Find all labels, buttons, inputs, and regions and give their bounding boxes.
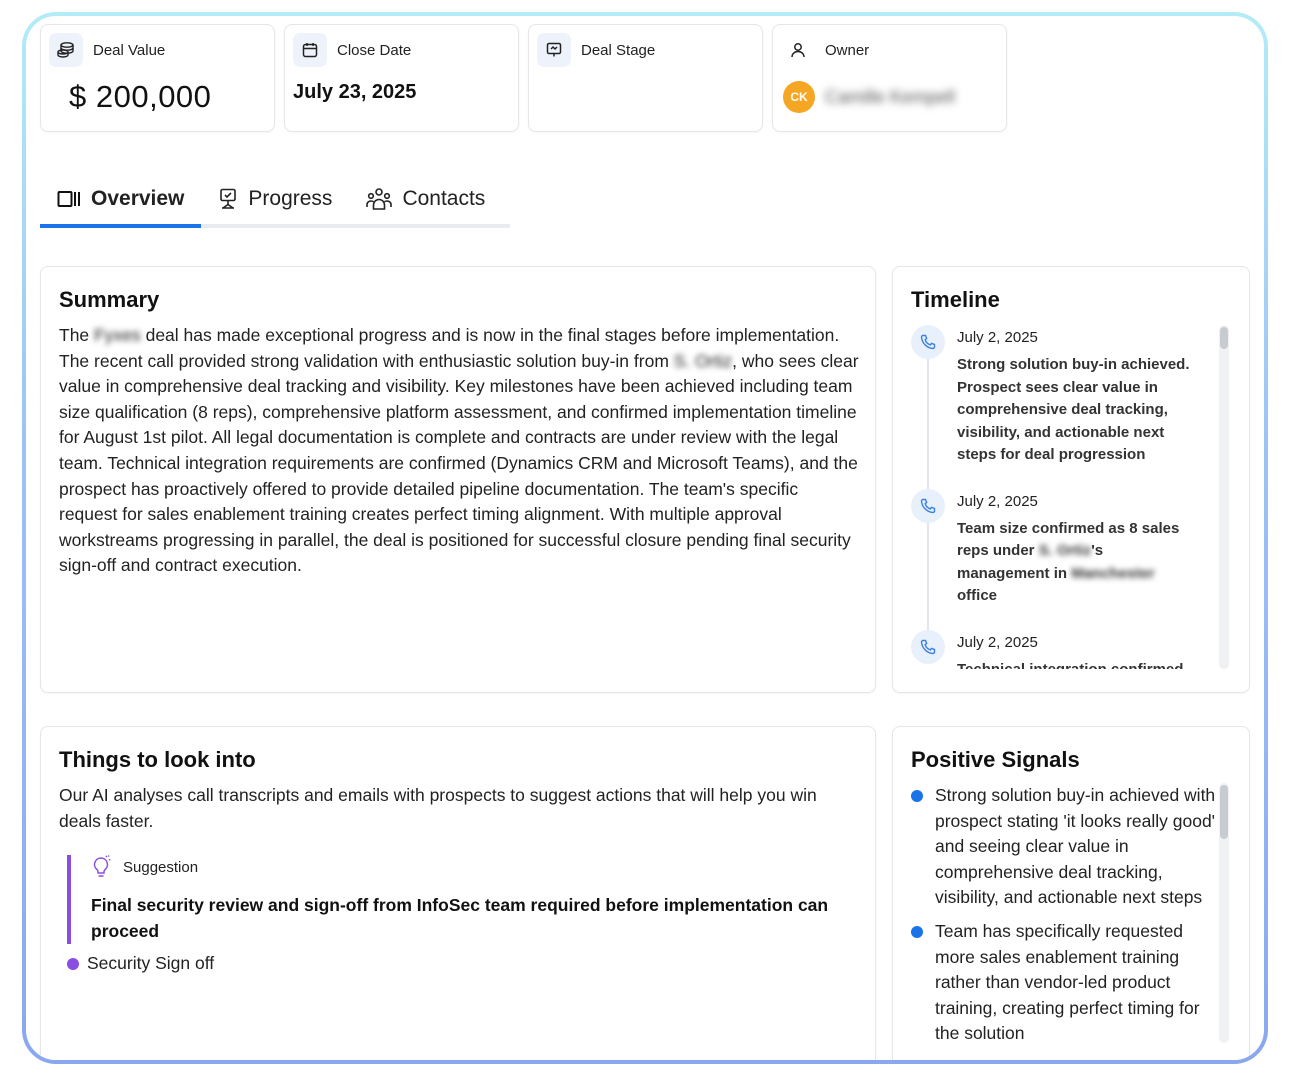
columns-icon	[57, 191, 80, 207]
phone-icon	[911, 325, 945, 359]
timeline-text: Team size confirmed as 8 sales reps unde…	[957, 518, 1197, 608]
timeline-text: Technical integration confirmed	[957, 660, 1184, 670]
timeline-text: Strong solution buy-in achieved. Prospec…	[957, 356, 1190, 463]
signals-list[interactable]: Strong solution buy-in achieved with pro…	[911, 783, 1221, 1043]
signal-bullet	[911, 925, 923, 938]
user-icon	[781, 33, 815, 67]
suggestion-block: Suggestion Final security review and sig…	[67, 855, 857, 945]
signals-card: Positive Signals Strong solution buy-in …	[892, 726, 1250, 1060]
tab-progress-label: Progress	[248, 187, 333, 210]
signal-text: Team has specifically requested more sal…	[935, 920, 1200, 1043]
tag-dot	[67, 957, 79, 970]
app-window: Deal Value $ 200,000 Close Date July 23,…	[26, 16, 1264, 1060]
suggestion-text: Final security review and sign-off from …	[91, 895, 829, 941]
timeline-item: July 2, 2025 Strong solution buy-in achi…	[911, 325, 1211, 467]
tab-overview-label: Overview	[91, 187, 185, 210]
things-card: Things to look into Our AI analyses call…	[40, 726, 876, 1060]
timeline-card: Timeline July 2, 2025 Strong solution bu…	[892, 266, 1250, 693]
signal-item: Team has specifically requested more sal…	[911, 919, 1221, 1043]
phone-icon	[911, 629, 945, 664]
redacted-contact: S. Ortiz	[1038, 542, 1092, 559]
owner-card: Owner CK Camille Kempell	[772, 24, 1007, 132]
timeline-date: July 2, 2025	[957, 633, 1038, 651]
deal-value: $ 200,000	[69, 79, 212, 114]
deal-value-card: Deal Value $ 200,000	[40, 24, 275, 132]
close-date-value: July 23, 2025	[293, 81, 417, 103]
monitor-icon	[220, 188, 237, 209]
deal-stage-label: Deal Stage	[581, 42, 656, 59]
signal-item: Strong solution buy-in achieved with pro…	[911, 783, 1221, 911]
things-description: Our AI analyses call transcripts and ema…	[59, 785, 817, 831]
suggestion-header: Suggestion	[91, 855, 857, 879]
timeline-scrollbar[interactable]	[1219, 325, 1229, 669]
deal-stage-card: Deal Stage	[528, 24, 763, 132]
deal-value-label: Deal Value	[93, 42, 166, 59]
owner-avatar[interactable]: CK	[783, 81, 815, 113]
phone-icon	[911, 488, 945, 523]
scrollbar-thumb[interactable]	[1220, 327, 1228, 349]
redacted-contact: S. Ortiz	[673, 350, 733, 371]
timeline-text-part: office	[957, 587, 998, 604]
redacted-location: Manchester	[1071, 564, 1155, 582]
summary-title: Summary	[59, 287, 160, 312]
coins-icon	[49, 33, 83, 67]
summary-text: The Fyxes deal has made exceptional prog…	[59, 323, 859, 579]
signals-scrollbar[interactable]	[1219, 783, 1229, 1043]
redacted-company: Fyxes	[94, 325, 141, 345]
signals-title: Positive Signals	[911, 747, 1080, 772]
topic-tag[interactable]: Security Sign off	[67, 953, 214, 974]
summary-text-part: , who sees clear value in comprehensive …	[59, 350, 859, 576]
timeline-title: Timeline	[911, 287, 1000, 312]
tab-bar: Overview Progress Contacts	[40, 174, 510, 228]
timeline-item: July 2, 2025 Technical integration confi…	[911, 629, 1211, 670]
timeline-date: July 2, 2025	[957, 492, 1038, 510]
suggestion-label: Suggestion	[123, 858, 199, 876]
tab-contacts[interactable]: Contacts	[349, 174, 502, 224]
owner-name[interactable]: Camille Kempell	[825, 87, 955, 108]
scrollbar-thumb[interactable]	[1220, 785, 1228, 839]
close-date-card: Close Date July 23, 2025	[284, 24, 519, 132]
tag-label: Security Sign off	[87, 953, 215, 973]
things-title: Things to look into	[59, 747, 256, 772]
presentation-icon	[537, 33, 571, 67]
calendar-icon	[293, 33, 327, 67]
tab-overview[interactable]: Overview	[40, 174, 202, 228]
signal-text: Strong solution buy-in achieved with pro…	[935, 785, 1216, 908]
app-frame: Deal Value $ 200,000 Close Date July 23,…	[22, 12, 1268, 1064]
users-icon	[366, 188, 393, 210]
owner-label: Owner	[825, 42, 870, 59]
summary-card: Summary The Fyxes deal has made exceptio…	[40, 266, 876, 693]
timeline-item: July 2, 2025 Team size confirmed as 8 sa…	[911, 488, 1211, 608]
summary-text-part: The	[59, 325, 95, 345]
tab-progress[interactable]: Progress	[201, 174, 349, 224]
close-date-label: Close Date	[337, 42, 412, 59]
timeline-date: July 2, 2025	[957, 329, 1038, 346]
signal-bullet	[911, 790, 923, 802]
timeline-list[interactable]: July 2, 2025 Strong solution buy-in achi…	[911, 325, 1211, 669]
tab-contacts-label: Contacts	[402, 187, 486, 210]
lightbulb-icon	[93, 855, 111, 877]
